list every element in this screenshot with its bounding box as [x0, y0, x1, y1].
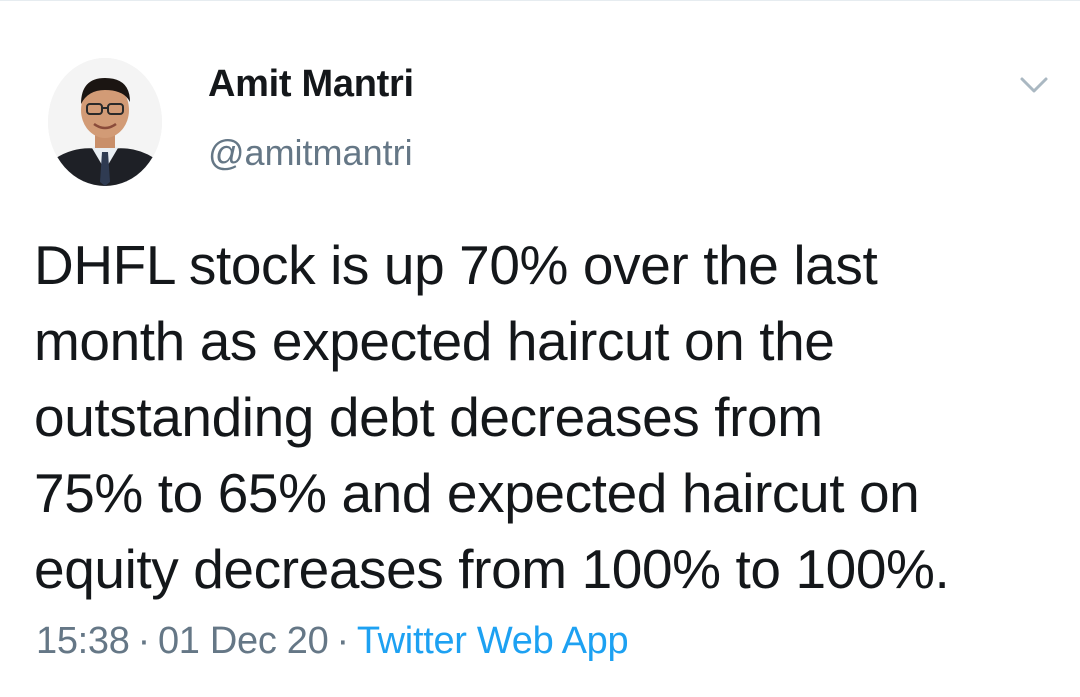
meta-separator: · — [137, 620, 151, 662]
tweet-text-line: DHFL stock is up 70% over the last — [34, 234, 878, 296]
meta-separator: · — [336, 620, 349, 662]
tweet-card: Amit Mantri @amitmantri DHFL stock is up… — [0, 0, 1080, 697]
tweet-text-line: equity decreases from 100% to 100%. — [34, 538, 950, 600]
chevron-down-icon[interactable] — [1014, 71, 1054, 99]
avatar[interactable] — [48, 58, 162, 186]
tweet-date[interactable]: 01 Dec 20 — [158, 620, 329, 662]
tweet-source-link[interactable]: Twitter Web App — [357, 620, 629, 662]
author-handle[interactable]: @amitmantri — [208, 132, 413, 174]
tweet-time[interactable]: 15:38 — [36, 620, 130, 662]
tweet-text: DHFL stock is up 70% over the last month… — [34, 227, 1054, 607]
author-display-name[interactable]: Amit Mantri — [208, 63, 414, 106]
tweet-text-line: month as expected haircut on the — [34, 310, 835, 372]
profile-photo-icon — [48, 58, 162, 186]
tweet-text-line: 75% to 65% and expected haircut on — [34, 462, 920, 524]
tweet-meta: 15:38 · 01 Dec 20 · Twitter Web App — [36, 620, 629, 663]
tweet-text-line: outstanding debt decreases from — [34, 386, 823, 448]
